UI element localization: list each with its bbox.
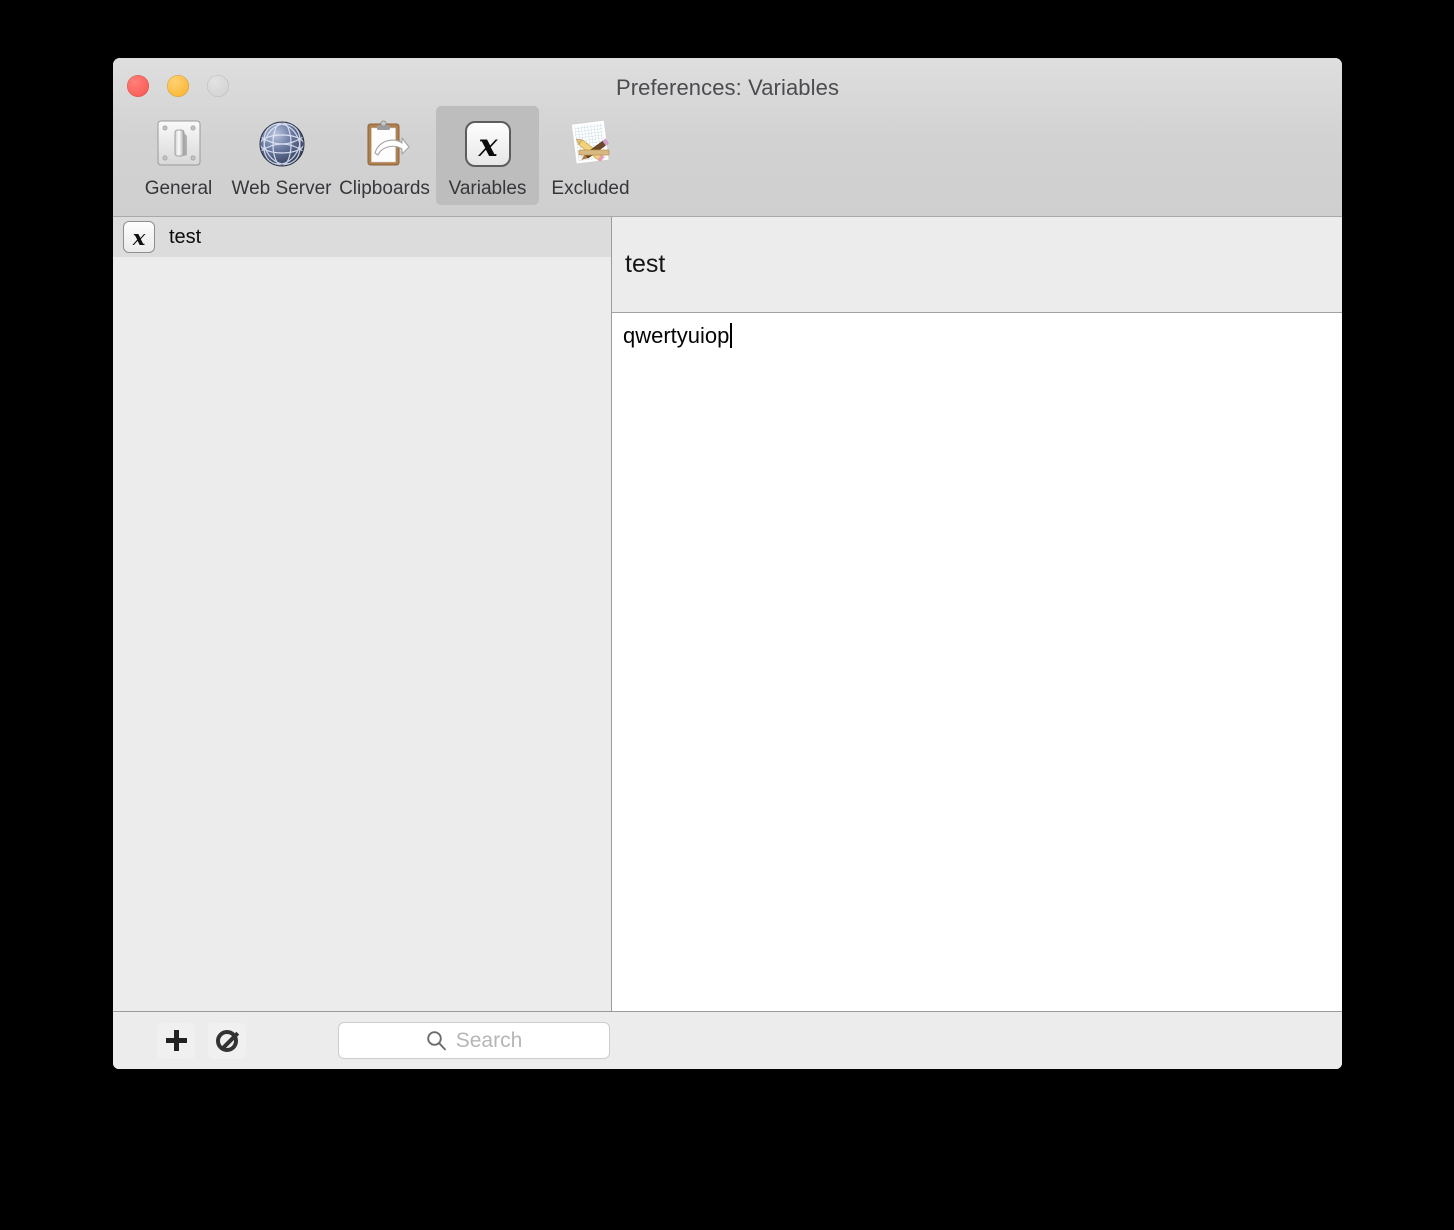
variable-value-editor[interactable]: qwertyuiop: [612, 313, 1342, 1011]
globe-icon: [251, 113, 313, 175]
toolbar-item-clipboards[interactable]: Clipboards: [333, 106, 436, 205]
toolbar-item-label: Web Server: [231, 178, 332, 199]
toolbar-item-label: Excluded: [551, 178, 630, 199]
variable-name-label: test: [169, 225, 202, 248]
plus-icon: [165, 1030, 187, 1051]
variable-value-text: qwertyuiop: [623, 323, 730, 348]
graph-paper-pencil-icon: [560, 113, 622, 175]
toolbar-item-variables[interactable]: x Variables: [436, 106, 539, 205]
variables-list[interactable]: x test: [113, 217, 612, 1011]
toolbar-item-web-server[interactable]: Web Server: [230, 106, 333, 205]
prohibited-icon: [216, 1029, 238, 1052]
clipboard-arrow-icon: [354, 113, 416, 175]
add-variable-button[interactable]: [157, 1022, 195, 1059]
toolbar-item-label: Clipboards: [339, 178, 430, 199]
script-x-icon: x: [123, 221, 155, 253]
delete-variable-button[interactable]: [208, 1022, 246, 1059]
light-switch-icon: [148, 113, 210, 175]
search-placeholder: Search: [455, 1028, 523, 1052]
search-field[interactable]: Search: [338, 1022, 610, 1059]
search-icon: [426, 1030, 447, 1051]
toolbar-item-excluded[interactable]: Excluded: [539, 106, 642, 205]
script-x-icon: x: [457, 113, 519, 175]
variable-name-field[interactable]: test: [625, 250, 665, 279]
variable-detail-panel: test qwertyuiop: [612, 217, 1342, 1011]
toolbar-item-general[interactable]: General: [127, 106, 230, 205]
window-title: Preferences: Variables: [615, 75, 840, 100]
svg-text:x: x: [477, 126, 498, 164]
variable-detail-header: test: [612, 217, 1342, 313]
toolbar-item-label: Variables: [448, 178, 527, 199]
window-titlebar: Preferences: Variables General Web Serve…: [113, 58, 1342, 217]
preferences-window: Preferences: Variables General Web Serve…: [113, 58, 1342, 1069]
list-item[interactable]: x test: [113, 217, 611, 257]
toolbar-item-label: General: [144, 178, 213, 199]
preferences-toolbar: General Web Server Clipboards x Variable…: [127, 106, 642, 205]
bottom-toolbar: Search: [113, 1011, 1342, 1069]
window-body: x test test qwertyuiop: [113, 217, 1342, 1011]
text-caret: [730, 323, 733, 348]
